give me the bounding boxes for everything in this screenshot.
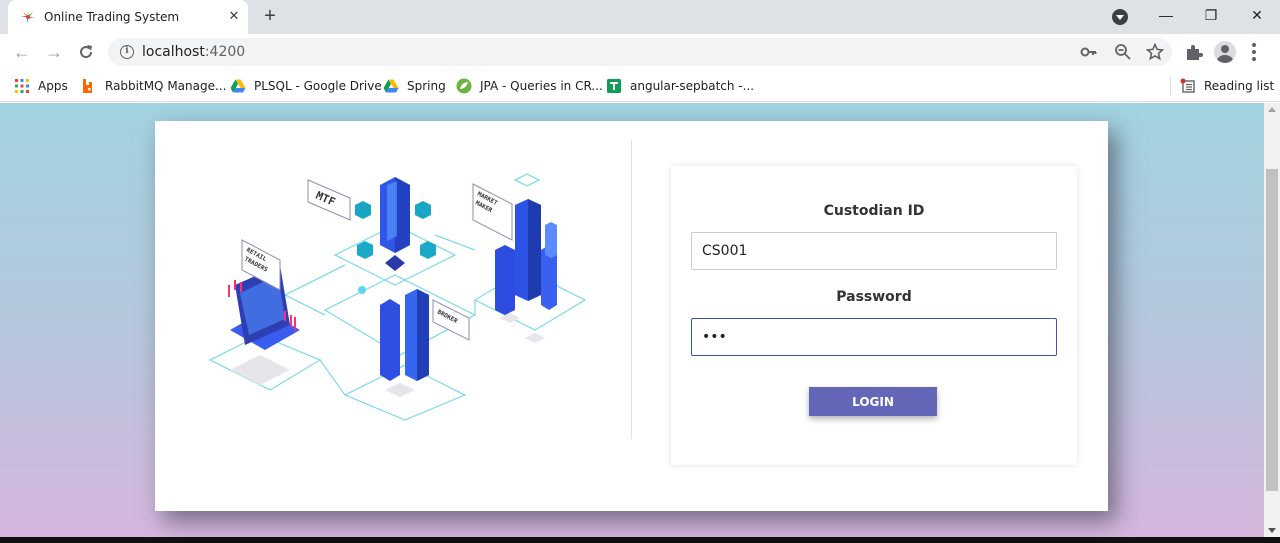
market-maker-tower-side xyxy=(528,199,541,301)
bookmark-rabbitmq[interactable]: RabbitMQ Manage... xyxy=(81,76,226,96)
reading-list-label: Reading list xyxy=(1204,79,1275,93)
apps-grid-icon xyxy=(15,79,29,93)
tab-search-icon[interactable] xyxy=(1112,9,1128,25)
central-tower-side xyxy=(395,177,410,253)
trading-illustration: MTF MARKET MAKER RETAIL TRADERS BROKER xyxy=(208,173,587,421)
floating-tile xyxy=(513,173,541,187)
minimize-button[interactable]: — xyxy=(1153,5,1179,25)
market-maker-tower xyxy=(495,245,515,315)
browser-tab[interactable]: Online Trading System ✕ xyxy=(8,0,248,34)
login-button[interactable]: LOGIN xyxy=(809,387,937,416)
tab-strip: Online Trading System ✕ + — ❐ ✕ xyxy=(0,0,1280,34)
custodian-id-label: Custodian ID xyxy=(823,203,925,219)
bookmarks-separator xyxy=(1170,76,1171,96)
url-text: localhost:4200 xyxy=(142,44,246,60)
google-drive-icon xyxy=(383,79,399,93)
zoom-icon[interactable] xyxy=(1114,43,1132,61)
bookmark-spring[interactable]: Spring xyxy=(383,76,446,96)
bookmark-star-icon[interactable] xyxy=(1146,43,1164,61)
node-dot xyxy=(358,286,366,294)
platform-tile xyxy=(230,355,290,385)
bookmarks-bar: Apps RabbitMQ Manage... PLSQL - Google D… xyxy=(0,70,1280,102)
custodian-id-input[interactable] xyxy=(691,232,1057,270)
platform-tile xyxy=(525,333,545,343)
back-arrow-icon[interactable]: ← xyxy=(10,40,34,64)
reading-list-icon xyxy=(1180,78,1195,93)
bookmark-plsql-drive[interactable]: PLSQL - Google Drive xyxy=(230,76,382,96)
broker-tower-side xyxy=(417,289,429,381)
google-drive-icon xyxy=(230,79,246,93)
forward-arrow-icon[interactable]: → xyxy=(42,40,66,64)
tab-title: Online Trading System xyxy=(44,10,180,24)
os-taskbar xyxy=(0,537,1280,543)
key-icon[interactable] xyxy=(1080,43,1098,61)
page-viewport: MTF MARKET MAKER RETAIL TRADERS BROKER C… xyxy=(0,103,1264,537)
connector-line xyxy=(319,359,346,396)
google-sheets-icon xyxy=(607,79,621,93)
market-maker-tower xyxy=(545,222,557,258)
app-favicon-icon xyxy=(21,10,35,24)
login-card: MTF MARKET MAKER RETAIL TRADERS BROKER C… xyxy=(155,121,1108,511)
profile-avatar-icon[interactable] xyxy=(1214,41,1236,63)
bookmark-label: JPA - Queries in CR... xyxy=(480,79,603,93)
spring-icon xyxy=(456,78,472,94)
address-bar[interactable]: i localhost:4200 xyxy=(108,38,1172,66)
scroll-down-arrow-icon[interactable] xyxy=(1268,528,1276,533)
extensions-icon[interactable] xyxy=(1183,41,1205,63)
close-window-button[interactable]: ✕ xyxy=(1244,5,1270,25)
tab-close-icon[interactable]: ✕ xyxy=(226,8,242,24)
reading-list[interactable]: Reading list xyxy=(1180,76,1276,96)
bookmark-label: PLSQL - Google Drive xyxy=(254,79,382,93)
browser-toolbar: ← → i localhost:4200 xyxy=(0,34,1280,70)
password-label: Password xyxy=(836,289,912,305)
card-divider xyxy=(631,139,632,439)
restore-button[interactable]: ❐ xyxy=(1198,5,1224,25)
platform-tile xyxy=(385,383,415,397)
bookmark-label: angular-sepbatch -... xyxy=(630,79,755,93)
login-form: Custodian ID Password LOGIN xyxy=(671,166,1077,465)
broker-tower xyxy=(380,299,400,381)
bookmark-jpa-queries[interactable]: JPA - Queries in CR... xyxy=(456,76,603,96)
rabbitmq-icon xyxy=(83,79,92,93)
site-info-icon[interactable]: i xyxy=(120,45,134,59)
bookmark-angular-sepbatch[interactable]: angular-sepbatch -... xyxy=(606,76,754,96)
password-input[interactable] xyxy=(691,318,1057,356)
page-scrollbar[interactable] xyxy=(1264,103,1280,537)
connector-line xyxy=(283,264,346,316)
bookmark-label: Spring xyxy=(407,79,446,93)
chrome-menu-icon[interactable] xyxy=(1252,43,1256,61)
central-tower-glow xyxy=(387,181,397,241)
bookmark-label: Apps xyxy=(38,79,68,93)
bookmark-apps[interactable]: Apps xyxy=(14,76,74,96)
scroll-up-arrow-icon[interactable] xyxy=(1268,107,1276,112)
bookmark-label: RabbitMQ Manage... xyxy=(105,79,227,93)
reload-icon[interactable] xyxy=(76,42,96,62)
scroll-thumb[interactable] xyxy=(1266,169,1278,491)
tower-base-cube xyxy=(385,255,405,271)
new-tab-button[interactable]: + xyxy=(260,6,280,27)
